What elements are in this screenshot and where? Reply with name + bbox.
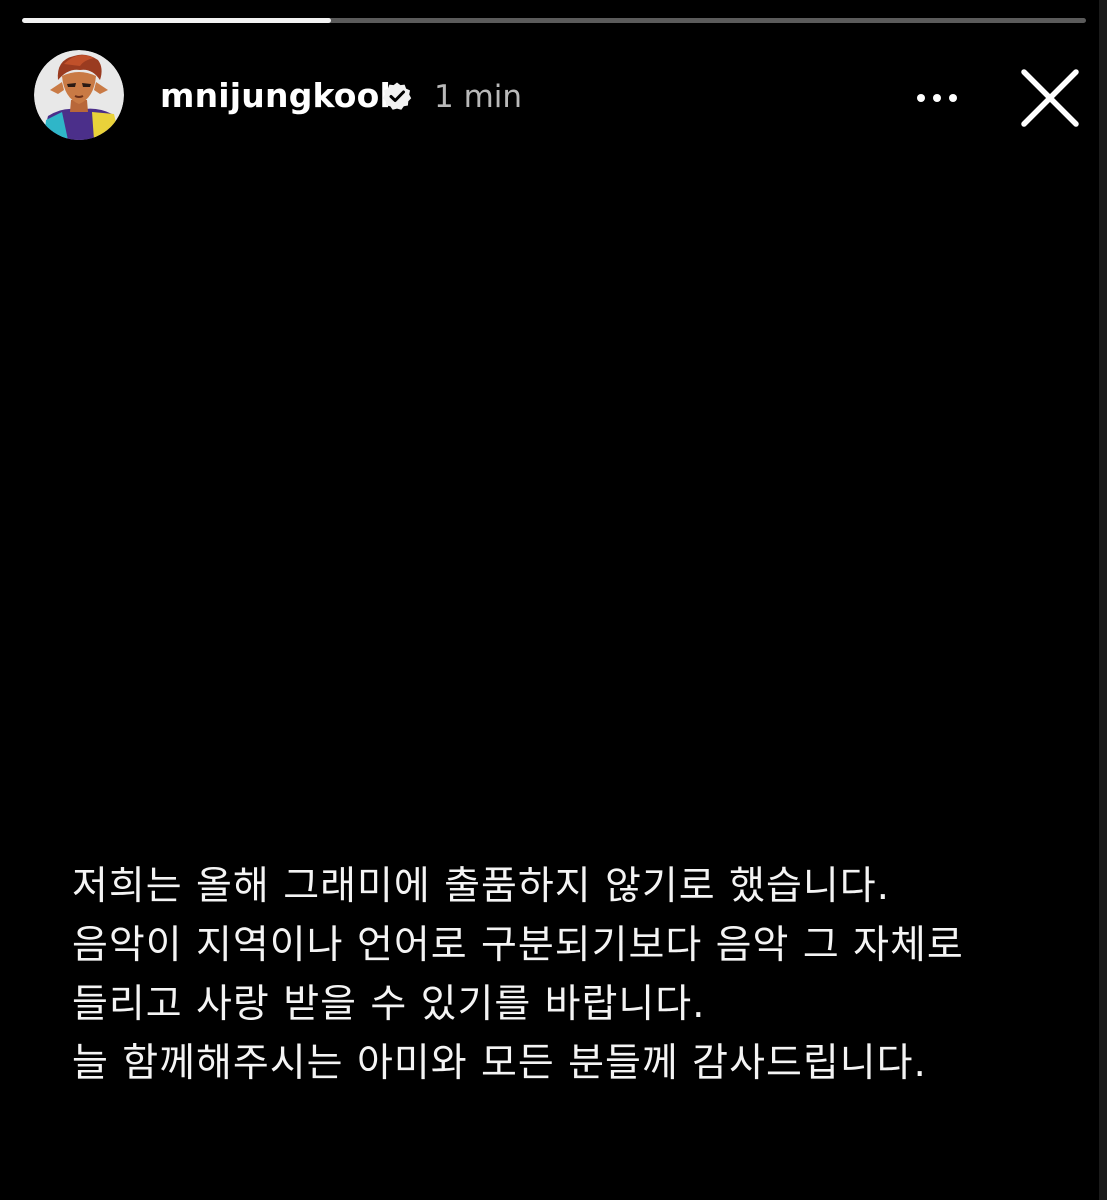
message-line: 늘 함께해주시는 아미와 모든 분들께 감사드립니다.: [72, 1041, 927, 1086]
story-progress-bar: [22, 18, 1086, 23]
message-line: 들리고 사랑 받을 수 있기를 바랍니다.: [72, 982, 706, 1027]
close-button[interactable]: [1012, 60, 1088, 136]
username[interactable]: mnijungkook: [160, 76, 402, 116]
message-line: 음악이 지역이나 언어로 구분되기보다 음악 그 자체로: [72, 923, 964, 968]
avatar-illustration: [34, 50, 124, 140]
post-time: 1 min: [434, 79, 523, 115]
story-progress-fill: [22, 18, 331, 23]
story-viewer[interactable]: mnijungkook 1 min 저희는 올해 그래미에 출품하지 않기로 했…: [0, 0, 1107, 1200]
screen-edge: [1099, 0, 1107, 1200]
more-options-button[interactable]: [904, 78, 970, 118]
story-message: 저희는 올해 그래미에 출품하지 않기로 했습니다. 음악이 지역이나 언어로 …: [72, 857, 1072, 1093]
more-horizontal-icon: [917, 94, 957, 102]
message-line: 저희는 올해 그래미에 출품하지 않기로 했습니다.: [72, 864, 890, 909]
verified-badge-icon: [382, 82, 412, 110]
close-icon: [1021, 69, 1079, 127]
avatar[interactable]: [34, 50, 124, 140]
